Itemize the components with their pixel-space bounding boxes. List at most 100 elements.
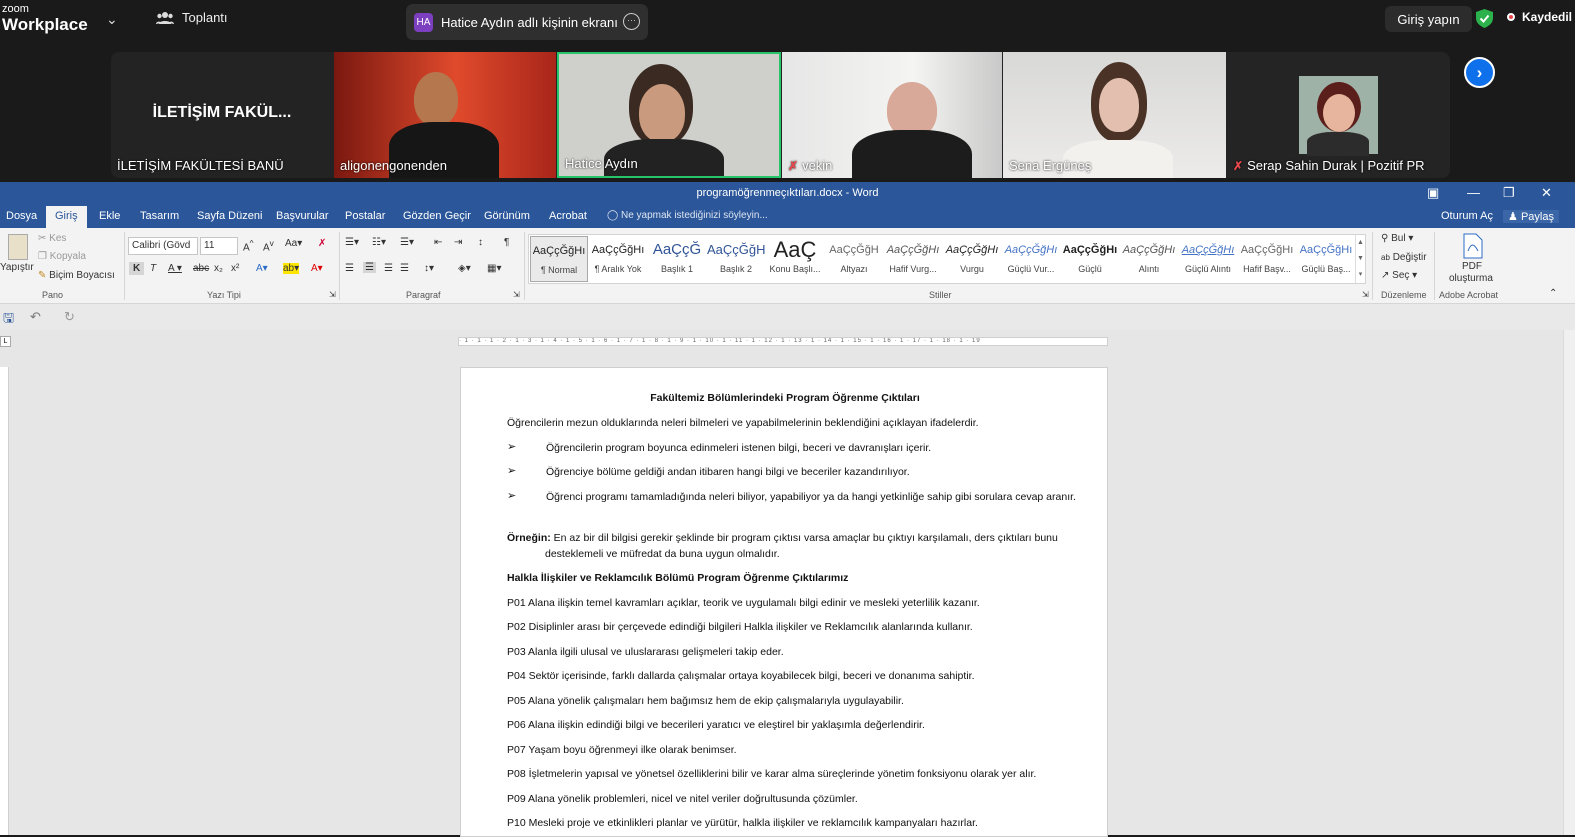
align-center-icon[interactable]: ☰ bbox=[363, 262, 376, 273]
horizontal-ruler[interactable]: · 1 · 1 · 1 · 2 · 1 · 3 · 1 · 4 · 1 · 5 … bbox=[458, 337, 1108, 346]
style-intense-quote[interactable]: AaÇçĞğHı Güçlü Alıntı bbox=[1179, 236, 1237, 282]
font-color-icon[interactable]: A▾ bbox=[311, 263, 323, 274]
style-heading-1[interactable]: AaÇçĞ Başlık 1 bbox=[648, 236, 706, 282]
bold-icon[interactable]: K bbox=[129, 262, 145, 275]
style-no-spacing[interactable]: AaÇçĞğHı ¶ Aralık Yok bbox=[589, 236, 647, 282]
align-right-icon[interactable]: ☰ bbox=[384, 263, 393, 274]
tab-tasarim[interactable]: Tasarım bbox=[140, 210, 179, 222]
style-quote[interactable]: AaÇçĞğHı Alıntı bbox=[1120, 236, 1178, 282]
vertical-scrollbar[interactable] bbox=[1563, 330, 1575, 835]
style-emphasis[interactable]: AaÇçĞğHı Vurgu bbox=[943, 236, 1001, 282]
grow-font-icon[interactable]: A^ bbox=[243, 238, 254, 253]
text-effects-icon[interactable]: A▾ bbox=[256, 263, 268, 274]
line-spacing-icon[interactable]: ↕▾ bbox=[424, 263, 434, 274]
superscript-icon[interactable]: x² bbox=[231, 263, 239, 274]
style-subtitle[interactable]: AaÇçĞğH Altyazı bbox=[825, 236, 883, 282]
dialog-launcher-icon[interactable]: ⇲ bbox=[513, 290, 520, 299]
borders-icon[interactable]: ▦▾ bbox=[487, 263, 501, 274]
tab-postalar[interactable]: Postalar bbox=[345, 210, 385, 222]
tab-giris[interactable]: Giriş bbox=[46, 206, 87, 228]
next-page-button[interactable]: › bbox=[1464, 57, 1495, 88]
pdf-icon[interactable] bbox=[1462, 233, 1484, 259]
participant-tile[interactable]: Sena Ergüneş bbox=[1003, 52, 1226, 178]
participant-tile[interactable]: İLETİŞİM FAKÜL... İLETİŞİM FAKÜLTESİ BAN… bbox=[111, 52, 333, 178]
format-painter-button[interactable]: ✎ Biçim Boyacısı bbox=[38, 270, 115, 281]
align-left-icon[interactable]: ☰ bbox=[345, 263, 354, 274]
style-intense-emphasis[interactable]: AaÇçĞğHı Güçlü Vur... bbox=[1002, 236, 1060, 282]
login-button[interactable]: Giriş yapın bbox=[1385, 6, 1472, 32]
ribbon-display-icon[interactable]: ▣ bbox=[1427, 185, 1439, 201]
zoom-logo-line2: Workplace bbox=[2, 15, 88, 34]
replace-button[interactable]: ab Değiştir bbox=[1381, 252, 1427, 263]
multilevel-list-icon[interactable]: ☰▾ bbox=[400, 237, 414, 248]
tell-me-search[interactable]: ◯ Ne yapmak istediğinizi söyleyin... bbox=[607, 210, 768, 221]
pdf-label-2[interactable]: oluşturma bbox=[1449, 273, 1493, 284]
meeting-button[interactable]: Toplantı bbox=[156, 10, 228, 25]
dialog-launcher-icon[interactable]: ⇲ bbox=[1362, 290, 1369, 299]
participant-tile[interactable]: ✗ vekin bbox=[782, 52, 1002, 178]
tab-sayfa-duzeni[interactable]: Sayfa Düzeni bbox=[197, 210, 262, 222]
outcome-item: P08 İşletmelerin yapısal ve yönetsel öze… bbox=[507, 768, 1037, 780]
paste-button[interactable]: Yapıştır bbox=[0, 262, 34, 273]
numbering-icon[interactable]: ☷▾ bbox=[372, 237, 386, 248]
copy-button[interactable]: ❐ Kopyala bbox=[38, 251, 86, 262]
strikethrough-icon[interactable]: abc bbox=[193, 263, 209, 274]
select-button[interactable]: ↗ Seç ▾ bbox=[1381, 270, 1417, 281]
tab-basvurular[interactable]: Başvurular bbox=[276, 210, 329, 222]
participant-tile[interactable]: aligonengonenden bbox=[334, 52, 556, 178]
italic-icon[interactable]: T bbox=[150, 263, 156, 274]
highlight-icon[interactable]: ab▾ bbox=[283, 263, 300, 274]
collapse-ribbon-icon[interactable]: ⌃ bbox=[1549, 288, 1557, 299]
underline-icon[interactable]: A ▾ bbox=[168, 263, 182, 274]
font-name-combo[interactable]: Calibri (Gövd bbox=[128, 237, 198, 255]
styles-scroll[interactable]: ▲ ▼ ▾ bbox=[1355, 235, 1365, 283]
vertical-ruler[interactable] bbox=[0, 367, 9, 835]
redo-icon[interactable]: ↻ bbox=[64, 309, 75, 325]
cut-button[interactable]: ✂ Kes bbox=[38, 233, 66, 244]
style-subtle-reference[interactable]: AaÇçĞğHı Hafif Başv... bbox=[1238, 236, 1296, 282]
minimize-icon[interactable]: — bbox=[1467, 185, 1480, 200]
style-subtle-emphasis[interactable]: AaÇçĞğHı Hafif Vurg... bbox=[884, 236, 942, 282]
pdf-label-1[interactable]: PDF bbox=[1462, 261, 1482, 272]
shading-icon[interactable]: ◈▾ bbox=[458, 263, 471, 274]
tab-ekle[interactable]: Ekle bbox=[99, 210, 120, 222]
paste-icon[interactable] bbox=[8, 234, 28, 260]
style-normal[interactable]: AaÇçĞğHı ¶ Normal bbox=[530, 236, 588, 282]
dialog-launcher-icon[interactable]: ⇲ bbox=[329, 290, 336, 299]
share-button[interactable]: ♟ Paylaş bbox=[1503, 210, 1559, 223]
font-size-combo[interactable]: 11 bbox=[200, 237, 238, 255]
participant-tile-active[interactable]: Hatice Aydın bbox=[557, 52, 781, 178]
style-intense-reference[interactable]: AaÇçĞğHı Güçlü Baş... bbox=[1297, 236, 1355, 282]
save-icon[interactable]: 🖫 bbox=[3, 309, 14, 331]
justify-icon[interactable]: ☰ bbox=[400, 263, 409, 274]
style-title[interactable]: AaÇ Konu Başlı... bbox=[766, 236, 824, 282]
increase-indent-icon[interactable]: ⇥ bbox=[454, 237, 462, 248]
tab-gozden-gecir[interactable]: Gözden Geçir bbox=[403, 210, 471, 222]
restore-icon[interactable]: ❐ bbox=[1503, 185, 1515, 201]
tab-dosya[interactable]: Dosya bbox=[6, 210, 37, 222]
more-options-icon[interactable]: ··· bbox=[623, 13, 640, 30]
style-heading-2[interactable]: AaÇçĞğH Başlık 2 bbox=[707, 236, 765, 282]
sort-icon[interactable]: ↕ bbox=[478, 237, 483, 248]
pilcrow-icon[interactable]: ¶ bbox=[504, 237, 509, 248]
recording-label[interactable]: Kaydedil bbox=[1522, 10, 1572, 24]
close-icon[interactable]: ✕ bbox=[1541, 185, 1552, 201]
subscript-icon[interactable]: x₂ bbox=[214, 263, 223, 274]
shield-check-icon[interactable] bbox=[1476, 9, 1493, 28]
bullets-icon[interactable]: ☰▾ bbox=[345, 237, 359, 248]
participant-tile[interactable]: ✗ Serap Sahin Durak | Pozitif PR bbox=[1227, 52, 1449, 178]
document-page[interactable]: Fakültemiz Bölümlerindeki Program Öğrenm… bbox=[460, 367, 1108, 837]
find-button[interactable]: ⚲ Bul ▾ bbox=[1381, 233, 1413, 244]
screen-share-tab[interactable]: HA Hatice Aydın adlı kişinin ekranı ··· bbox=[406, 4, 648, 40]
decrease-indent-icon[interactable]: ⇤ bbox=[434, 237, 442, 248]
tab-acrobat[interactable]: Acrobat bbox=[549, 210, 587, 222]
shrink-font-icon[interactable]: Av bbox=[263, 238, 274, 253]
sign-in-link[interactable]: Oturum Aç bbox=[1441, 210, 1493, 222]
tab-selector[interactable]: L bbox=[0, 336, 11, 347]
tab-gorunum[interactable]: Görünüm bbox=[484, 210, 530, 222]
style-strong[interactable]: AaÇçĞğHı Güçlü bbox=[1061, 236, 1119, 282]
chevron-down-icon[interactable]: ⌄ bbox=[106, 11, 118, 28]
clear-format-icon[interactable]: ✗ bbox=[318, 238, 326, 249]
undo-icon[interactable]: ↶ bbox=[30, 309, 41, 325]
change-case-icon[interactable]: Aa▾ bbox=[285, 238, 302, 249]
